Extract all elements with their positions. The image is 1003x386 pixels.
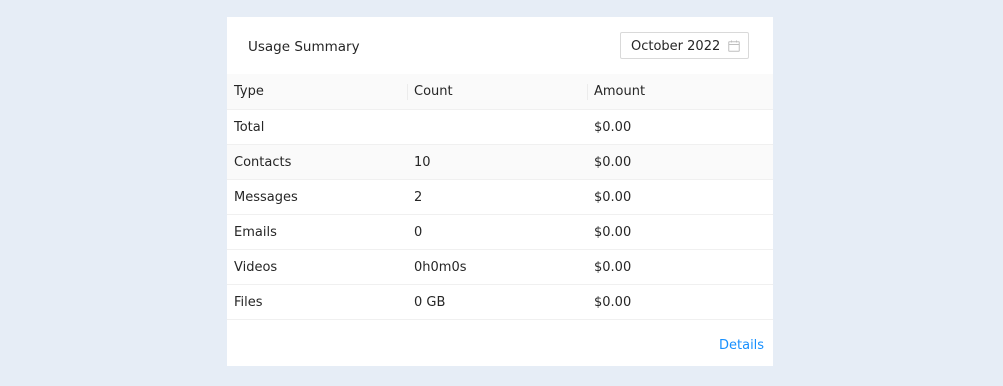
usage-table: Type Count Amount Total $0.00 Contacts 1… — [227, 74, 773, 320]
cell-type: Files — [227, 284, 407, 320]
month-picker-value: October 2022 — [631, 39, 721, 54]
table-row: Contacts 10 $0.00 — [227, 144, 773, 180]
cell-count: 0 — [407, 214, 587, 250]
table-row: Videos 0h0m0s $0.00 — [227, 249, 773, 285]
cell-count: 2 — [407, 179, 587, 215]
cell-amount: $0.00 — [587, 284, 773, 320]
cell-amount: $0.00 — [587, 179, 773, 215]
table-row: Total $0.00 — [227, 109, 773, 145]
month-picker[interactable]: October 2022 — [620, 32, 749, 59]
cell-amount: $0.00 — [587, 249, 773, 285]
column-header-amount: Amount — [587, 74, 773, 110]
cell-count: 0h0m0s — [407, 249, 587, 285]
cell-type: Messages — [227, 179, 407, 215]
column-header-type: Type — [227, 74, 407, 110]
cell-type: Total — [227, 109, 407, 145]
card-title: Usage Summary — [248, 39, 360, 55]
table-row: Files 0 GB $0.00 — [227, 284, 773, 320]
cell-count: 10 — [407, 144, 587, 180]
column-header-count: Count — [407, 74, 587, 110]
details-link[interactable]: Details — [719, 338, 764, 353]
cell-amount: $0.00 — [587, 109, 773, 145]
usage-summary-card: Usage Summary October 2022 Type Count Am… — [227, 17, 773, 366]
table-row: Emails 0 $0.00 — [227, 214, 773, 250]
cell-count: 0 GB — [407, 284, 587, 320]
cell-amount: $0.00 — [587, 144, 773, 180]
cell-amount: $0.00 — [587, 214, 773, 250]
cell-count — [407, 109, 587, 145]
card-header: Usage Summary October 2022 — [227, 17, 773, 74]
cell-type: Emails — [227, 214, 407, 250]
table-header-row: Type Count Amount — [227, 74, 773, 110]
calendar-icon — [728, 40, 740, 52]
table-row: Messages 2 $0.00 — [227, 179, 773, 215]
cell-type: Contacts — [227, 144, 407, 180]
cell-type: Videos — [227, 249, 407, 285]
